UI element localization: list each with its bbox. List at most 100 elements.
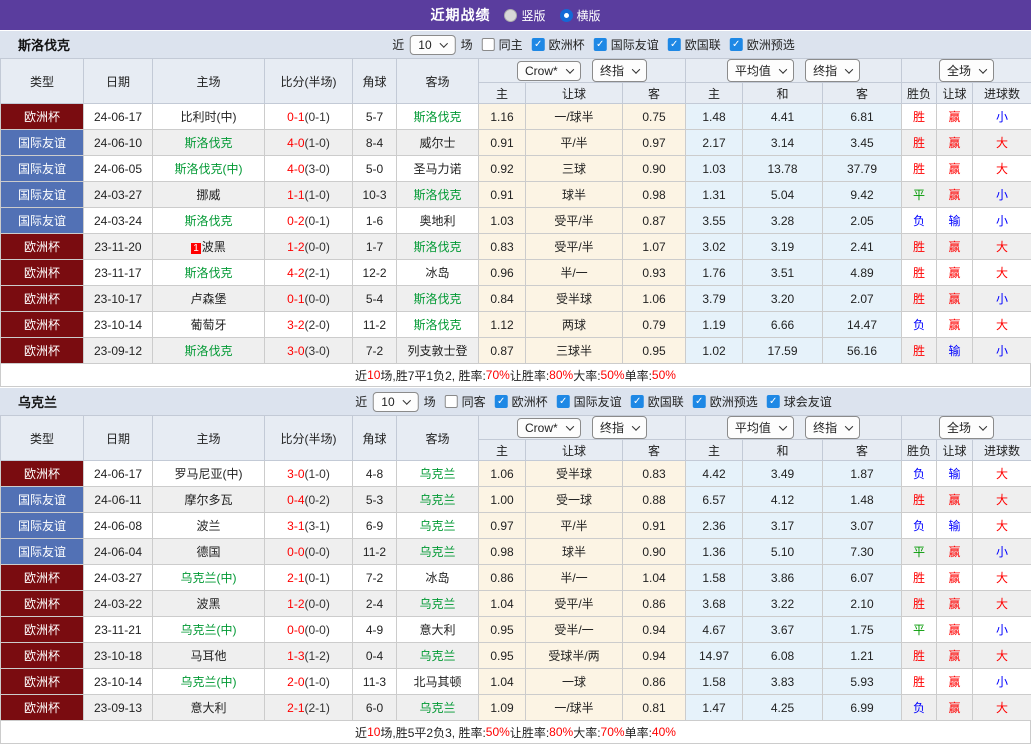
match-date: 24-06-05 (83, 155, 153, 182)
subcol-avg-away: 客 (821, 82, 903, 104)
subcol-handicap-result: 让球 (936, 82, 974, 104)
avg-time-value: 终指 (813, 64, 838, 78)
odds-company-select[interactable]: Crow* (516, 418, 581, 438)
handicap-away-odds: 0.98 (622, 181, 686, 208)
matches-table: 类型 日期 主场 比分(半场) 角球 客场 Crow* 终指 平均值 终指 全场… (0, 415, 1031, 721)
score: 4-2(2-1) (264, 259, 353, 286)
avg-group-header: 平均值 终指 (684, 58, 903, 83)
scope-select[interactable]: 全场 (939, 416, 995, 439)
avg-draw-odds: 6.66 (742, 311, 823, 338)
result-winloss: 胜 (901, 233, 938, 260)
home-team: 斯洛伐克 (152, 337, 265, 364)
recent-count-select[interactable]: 10 (409, 34, 456, 55)
avg-home-odds: 1.58 (685, 564, 743, 591)
match-type: 国际友谊 (0, 155, 84, 182)
recent-count-select[interactable]: 10 (372, 391, 419, 412)
match-type: 国际友谊 (0, 207, 84, 234)
match-row: 欧洲杯 23-11-21 乌克兰(中) 0-0(0-0) 4-9 意大利 0.95 受半/一 0… (0, 616, 1031, 643)
recent-results-panel: 近期战绩 竖版 横版 斯洛伐克 近 10 场同主 ✓ 欧洲杯 ✓ 国际友谊 ✓ 欧国联 ✓ 欧洲预选 (0, 0, 1031, 744)
avg-away-odds: 1.48 (821, 486, 903, 513)
competition-checkbox[interactable]: ✓ (531, 38, 545, 51)
avg-type-value: 平均值 (734, 64, 771, 78)
odds-time-value: 终指 (600, 64, 625, 78)
away-team: 斯洛伐克 (396, 311, 479, 338)
avg-type-select[interactable]: 平均值 (726, 59, 794, 82)
avg-home-odds: 3.02 (685, 233, 743, 260)
away-team: 圣马力诺 (396, 155, 479, 182)
away-team: 乌克兰 (396, 538, 479, 565)
avg-away-odds: 1.87 (821, 460, 903, 487)
subcol-odds-away: 客 (622, 82, 686, 104)
result-goals: 小 (972, 207, 1031, 234)
competition-checkbox[interactable]: ✓ (729, 38, 743, 51)
away-team: 乌克兰 (396, 694, 479, 721)
result-handicap: 赢 (936, 129, 974, 156)
match-date: 24-03-24 (83, 207, 153, 234)
team-section-slovakia: 斯洛伐克 近 10 场同主 ✓ 欧洲杯 ✓ 国际友谊 ✓ 欧国联 ✓ 欧洲预选 类型 日期 主场 比… (0, 30, 1031, 387)
handicap-line: 受半/一 (525, 616, 623, 643)
handicap-away-odds: 1.06 (622, 285, 686, 312)
avg-group-header: 平均值 终指 (684, 415, 903, 440)
odds-time-select[interactable]: 终指 (592, 416, 648, 439)
result-handicap: 赢 (936, 311, 974, 338)
matches-table: 类型 日期 主场 比分(半场) 角球 客场 Crow* 终指 平均值 终指 全场… (0, 58, 1031, 364)
chevron-down-icon (978, 64, 988, 74)
odds-time-select[interactable]: 终指 (592, 59, 648, 82)
match-date: 23-11-20 (83, 233, 153, 260)
match-row: 国际友谊 24-03-27 挪威 1-1(1-0) 10-3 斯洛伐克 0.91 球半 0.98… (0, 181, 1031, 208)
match-type: 欧洲杯 (0, 285, 84, 312)
handicap-line: 受一球 (525, 486, 623, 513)
corner-score: 4-8 (352, 460, 397, 487)
result-handicap: 赢 (936, 181, 974, 208)
layout-radio-vertical[interactable]: 竖版 (504, 7, 546, 24)
competition-checkbox[interactable]: ✓ (766, 395, 780, 408)
handicap-away-odds: 0.93 (622, 259, 686, 286)
home-team: 乌克兰(中) (152, 616, 265, 643)
match-row: 欧洲杯 23-10-14 乌克兰(中) 2-0(1-0) 11-3 北马其顿 1.04 一球 0… (0, 668, 1031, 695)
match-row: 国际友谊 24-06-08 波兰 3-1(3-1) 6-9 乌克兰 0.97 平/半 0.91 2… (0, 512, 1031, 539)
handicap-line: 三球半 (525, 337, 623, 364)
score: 0-0(0-0) (264, 616, 353, 643)
match-type: 欧洲杯 (0, 616, 84, 643)
corner-score: 10-3 (352, 181, 397, 208)
home-team: 意大利 (152, 694, 265, 721)
odds-company-select[interactable]: Crow* (516, 61, 581, 81)
same-venue-checkbox[interactable] (444, 395, 458, 408)
col-type: 类型 (0, 415, 84, 461)
avg-type-select[interactable]: 平均值 (726, 416, 794, 439)
handicap-away-odds: 0.87 (622, 207, 686, 234)
same-venue-checkbox[interactable] (481, 38, 495, 51)
handicap-away-odds: 0.91 (622, 512, 686, 539)
result-goals: 大 (972, 564, 1031, 591)
col-corner: 角球 (352, 58, 397, 104)
summary-line: 近 10 场,胜7平1负2, 胜率: 70% 让胜率: 80% 大率: 50% 单率: 50… (0, 364, 1031, 387)
layout-radio-horizontal[interactable]: 横版 (559, 7, 601, 24)
home-team: 德国 (152, 538, 265, 565)
handicap-line: 一/球半 (525, 694, 623, 721)
result-goals: 大 (972, 129, 1031, 156)
subcol-goals: 进球数 (972, 82, 1031, 104)
corner-score: 6-9 (352, 512, 397, 539)
handicap-home-odds: 0.84 (478, 285, 526, 312)
match-date: 23-10-18 (83, 642, 153, 669)
result-winloss: 胜 (901, 642, 938, 669)
avg-away-odds: 6.99 (821, 694, 903, 721)
avg-draw-odds: 3.14 (742, 129, 823, 156)
match-date: 24-06-11 (83, 486, 153, 513)
avg-time-select[interactable]: 终指 (805, 59, 861, 82)
match-row: 欧洲杯 24-03-22 波黑 1-2(0-0) 2-4 乌克兰 1.04 受平/半 0.86 3… (0, 590, 1031, 617)
competition-checkbox[interactable]: ✓ (667, 38, 681, 51)
competition-checkbox[interactable]: ✓ (593, 38, 607, 51)
competition-checkbox[interactable]: ✓ (556, 395, 570, 408)
chevron-down-icon (439, 38, 448, 48)
match-type: 欧洲杯 (0, 564, 84, 591)
avg-draw-odds: 3.17 (742, 512, 823, 539)
competition-checkbox[interactable]: ✓ (494, 395, 508, 408)
competition-checkbox[interactable]: ✓ (692, 395, 706, 408)
avg-time-value: 终指 (813, 421, 838, 435)
competition-checkbox[interactable]: ✓ (630, 395, 644, 408)
avg-time-select[interactable]: 终指 (805, 416, 861, 439)
avg-away-odds: 3.07 (821, 512, 903, 539)
scope-select[interactable]: 全场 (939, 59, 995, 82)
handicap-away-odds: 0.90 (622, 155, 686, 182)
